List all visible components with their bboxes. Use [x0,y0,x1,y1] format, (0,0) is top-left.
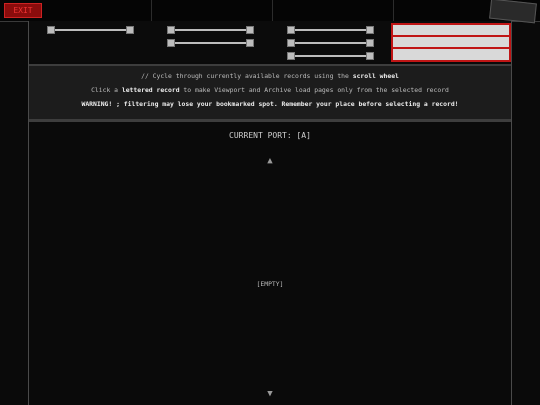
empty-record-label: [EMPTY] [256,280,284,288]
top-bar-segment [48,0,152,21]
filter-slider[interactable] [171,42,253,44]
scroll-down-arrow-icon[interactable]: ▼ [29,389,511,399]
instruction-line-scroll: // Cycle through currently available rec… [141,72,399,80]
current-port-title: CURRENT PORT: [A] [229,131,311,140]
filter-slider[interactable] [291,29,373,31]
corner-tab[interactable] [489,0,537,24]
filter-stripe [393,35,509,37]
slider-handle[interactable] [287,26,295,34]
exit-button[interactable]: EXIT [4,3,42,18]
slider-handle[interactable] [366,52,374,60]
scroll-up-arrow-icon[interactable]: ▲ [29,156,511,166]
slider-handle[interactable] [366,26,374,34]
slider-handle[interactable] [167,26,175,34]
main-frame: // Cycle through currently available rec… [28,21,512,405]
slider-handle[interactable] [246,39,254,47]
slider-handle[interactable] [126,26,134,34]
top-bar-segment [273,0,394,21]
filter-slider[interactable] [291,55,373,57]
slider-handle[interactable] [366,39,374,47]
filter-stripe [393,47,509,49]
slider-handle[interactable] [287,52,295,60]
active-filter-box[interactable] [391,23,511,62]
slider-handle[interactable] [287,39,295,47]
slider-handle[interactable] [47,26,55,34]
filter-bar [29,21,511,62]
filter-slider[interactable] [171,29,253,31]
slider-handle[interactable] [246,26,254,34]
top-bar: EXIT [0,0,540,24]
slider-handle[interactable] [167,39,175,47]
top-bar-segment [152,0,273,21]
filter-slider[interactable] [291,42,373,44]
filter-slider[interactable] [51,29,133,31]
instructions-panel: // Cycle through currently available rec… [29,64,511,122]
warning-line: WARNING! ; filtering may lose your bookm… [81,100,459,108]
instruction-line-click: Click a lettered record to make Viewport… [91,86,449,94]
